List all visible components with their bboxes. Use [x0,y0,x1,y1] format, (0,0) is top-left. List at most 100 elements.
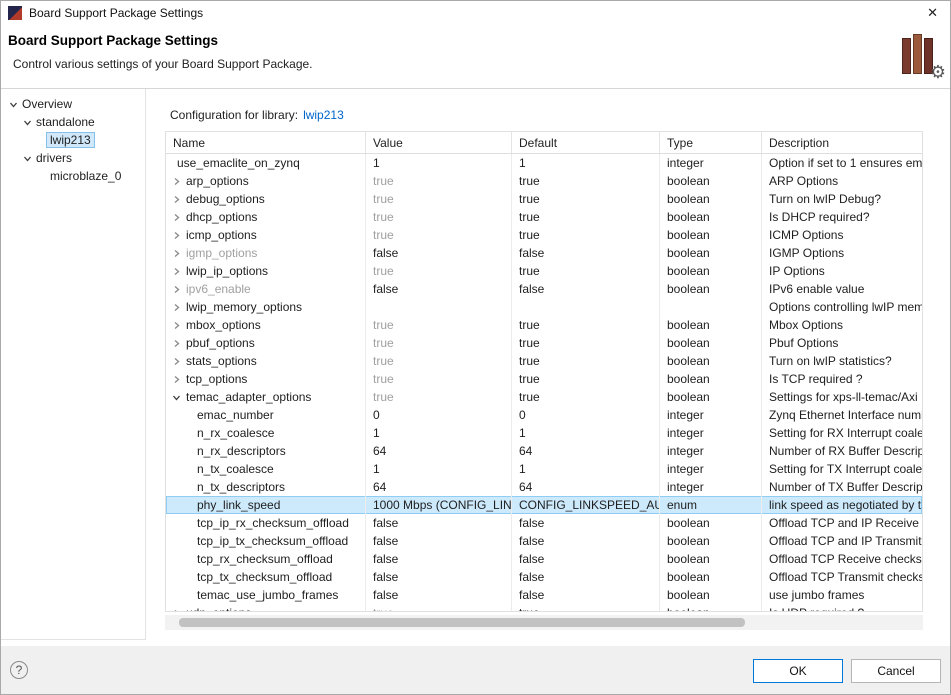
type-cell: integer [660,154,762,172]
setting-name-label: arp_options [186,174,249,188]
type-cell: boolean [660,604,762,612]
table-row[interactable]: tcp_tx_checksum_offloadfalsefalseboolean… [166,568,922,586]
setting-name-label: udp_options [186,606,251,612]
tree-item-label: lwip213 [47,133,94,147]
close-icon[interactable]: ✕ [927,5,938,21]
tree-item-lwip213[interactable]: lwip213 [0,131,145,149]
chevron-right-icon[interactable] [171,267,182,276]
table-row[interactable]: n_tx_descriptors6464integerNumber of TX … [166,478,922,496]
tree-item-drivers[interactable]: drivers [0,149,145,167]
chevron-down-icon[interactable] [8,100,19,109]
name-cell: n_tx_descriptors [166,478,366,496]
chevron-right-icon[interactable] [171,195,182,204]
table-row[interactable]: n_tx_coalesce11integerSetting for TX Int… [166,460,922,478]
chevron-right-icon[interactable] [171,375,182,384]
help-button[interactable]: ? [10,661,28,679]
value-cell: false [366,244,512,262]
default-cell: CONFIG_LINKSPEED_AUT... [512,496,660,514]
table-row[interactable]: emac_number00integerZynq Ethernet Interf… [166,406,922,424]
cancel-button[interactable]: Cancel [851,659,941,683]
table-row[interactable]: temac_use_jumbo_framesfalsefalsebooleanu… [166,586,922,604]
horizontal-scrollbar-thumb[interactable] [179,618,745,627]
default-cell: true [512,334,660,352]
table-row[interactable]: phy_link_speed1000 Mbps (CONFIG_LIN...CO… [166,496,922,514]
name-cell: n_rx_coalesce [166,424,366,442]
header-banner: Board Support Package Settings Control v… [0,26,951,89]
table-row[interactable]: tcp_ip_rx_checksum_offloadfalsefalsebool… [166,514,922,532]
default-cell: 1 [512,154,660,172]
default-cell: true [512,604,660,612]
column-header-name[interactable]: Name [166,132,366,153]
chevron-right-icon[interactable] [171,177,182,186]
table-row[interactable]: udp_optionstruetruebooleanIs UDP require… [166,604,922,612]
chevron-right-icon[interactable] [171,321,182,330]
table-row[interactable]: tcp_rx_checksum_offloadfalsefalseboolean… [166,550,922,568]
type-cell: boolean [660,514,762,532]
name-cell: dhcp_options [166,208,366,226]
table-row[interactable]: stats_optionstruetruebooleanTurn on lwIP… [166,352,922,370]
horizontal-scrollbar[interactable] [165,615,923,630]
chevron-right-icon[interactable] [171,609,182,613]
setting-name-label: igmp_options [186,246,257,260]
chevron-right-icon[interactable] [171,213,182,222]
chevron-right-icon[interactable] [171,303,182,312]
table-row[interactable]: tcp_optionstruetruebooleanIs TCP require… [166,370,922,388]
table-row[interactable]: dhcp_optionstruetruebooleanIs DHCP requi… [166,208,922,226]
default-cell: false [512,568,660,586]
default-cell: false [512,550,660,568]
chevron-down-icon[interactable] [171,393,182,402]
table-row[interactable]: mbox_optionstruetruebooleanMbox Options [166,316,922,334]
column-header-description[interactable]: Description [762,132,922,153]
table-row[interactable]: n_rx_coalesce11integerSetting for RX Int… [166,424,922,442]
name-cell: emac_number [166,406,366,424]
table-row[interactable]: ipv6_enablefalsefalsebooleanIPv6 enable … [166,280,922,298]
name-cell: udp_options [166,604,366,612]
chevron-right-icon[interactable] [171,249,182,258]
chevron-right-icon[interactable] [171,339,182,348]
table-row[interactable]: lwip_ip_optionstruetruebooleanIP Options [166,262,922,280]
description-cell: Number of RX Buffer Descrip [762,442,922,460]
table-row[interactable]: temac_adapter_optionstruetruebooleanSett… [166,388,922,406]
column-header-type[interactable]: Type [660,132,762,153]
chevron-right-icon[interactable] [171,231,182,240]
table-row[interactable]: use_emaclite_on_zynq11integerOption if s… [166,154,922,172]
default-cell: false [512,586,660,604]
chevron-down-icon[interactable] [22,118,33,127]
value-cell: false [366,280,512,298]
ok-button[interactable]: OK [753,659,843,683]
name-cell: icmp_options [166,226,366,244]
table-row[interactable]: icmp_optionstruetruebooleanICMP Options [166,226,922,244]
column-header-value[interactable]: Value [366,132,512,153]
table-row[interactable]: pbuf_optionstruetruebooleanPbuf Options [166,334,922,352]
table-row[interactable]: tcp_ip_tx_checksum_offloadfalsefalsebool… [166,532,922,550]
description-cell: ARP Options [762,172,922,190]
config-library-link[interactable]: lwip213 [303,108,344,122]
table-row[interactable]: igmp_optionsfalsefalsebooleanIGMP Option… [166,244,922,262]
setting-name-label: debug_options [186,192,265,206]
table-row[interactable]: arp_optionstruetruebooleanARP Options [166,172,922,190]
table-row[interactable]: debug_optionstruetruebooleanTurn on lwIP… [166,190,922,208]
column-header-default[interactable]: Default [512,132,660,153]
setting-name-label: emac_number [197,408,274,422]
table-row[interactable]: n_rx_descriptors6464integerNumber of RX … [166,442,922,460]
tree-item-standalone[interactable]: standalone [0,113,145,131]
tree-item-Overview[interactable]: Overview [0,95,145,113]
setting-name-label: icmp_options [186,228,257,242]
value-cell: false [366,532,512,550]
tree-item-label: drivers [33,151,75,165]
default-cell: 64 [512,442,660,460]
name-cell: ipv6_enable [166,280,366,298]
chevron-down-icon[interactable] [22,154,33,163]
default-cell [512,298,660,316]
name-cell: use_emaclite_on_zynq [166,154,366,172]
chevron-right-icon[interactable] [171,357,182,366]
table-row[interactable]: lwip_memory_optionsOptions controlling l… [166,298,922,316]
chevron-right-icon[interactable] [171,285,182,294]
value-cell: true [366,190,512,208]
type-cell: boolean [660,370,762,388]
default-cell: true [512,388,660,406]
tree-item-microblaze_0[interactable]: microblaze_0 [0,167,145,185]
value-cell: true [366,388,512,406]
config-label: Configuration for library: [170,108,298,122]
value-cell: true [366,352,512,370]
